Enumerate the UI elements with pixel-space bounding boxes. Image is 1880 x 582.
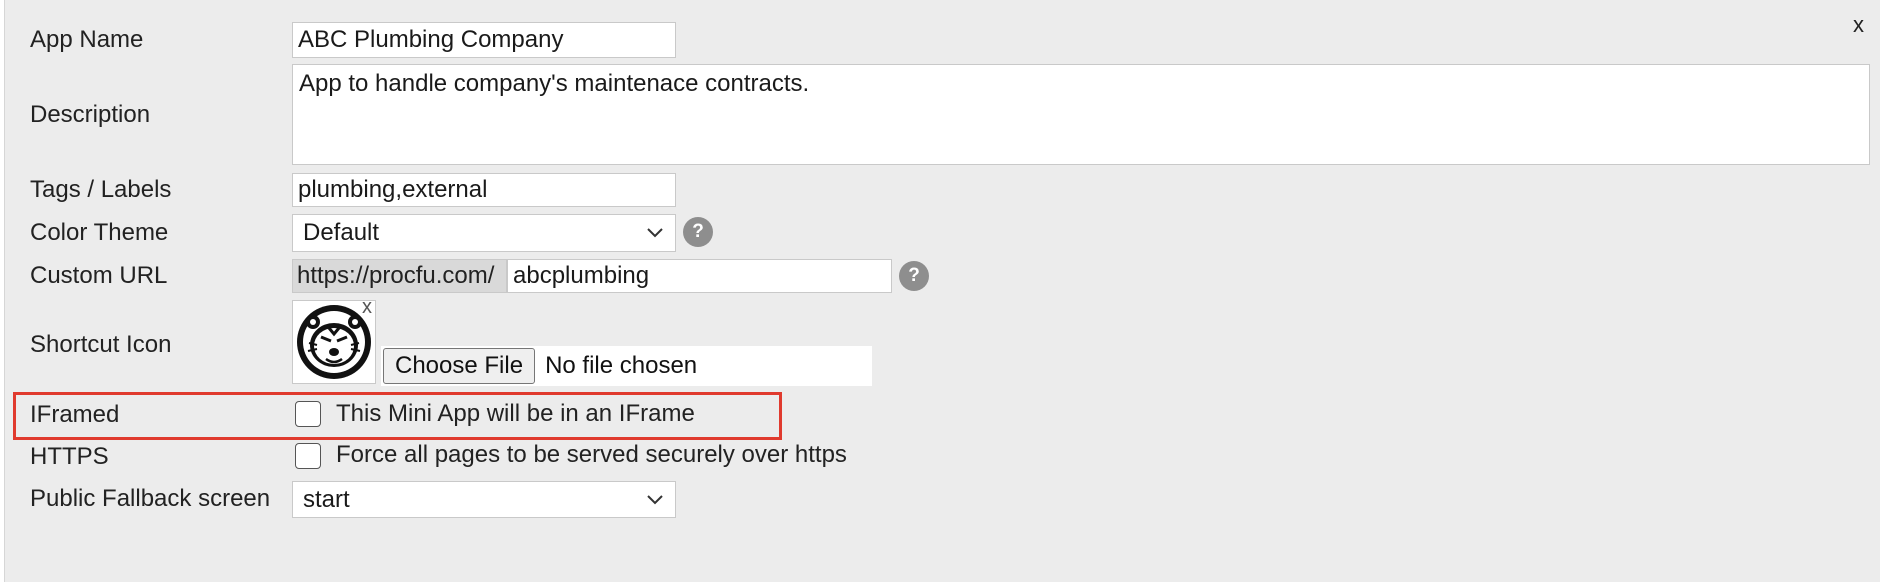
close-button[interactable]: x — [1853, 12, 1864, 38]
color-theme-value: Default — [303, 219, 380, 246]
description-label: Description — [30, 101, 151, 128]
file-status-text: No file chosen — [545, 352, 698, 379]
custom-url-prefix: https://procfu.com/ — [292, 259, 507, 293]
custom-url-label: Custom URL — [30, 262, 168, 289]
iframed-checkbox-text: This Mini App will be in an IFrame — [336, 400, 695, 427]
https-checkbox-text: Force all pages to be served securely ov… — [336, 441, 847, 468]
remove-icon-button[interactable]: x — [362, 296, 372, 319]
app-name-input[interactable] — [292, 22, 676, 58]
shortcut-icon-label: Shortcut Icon — [30, 331, 172, 358]
iframed-label: IFramed — [30, 401, 120, 428]
fallback-label: Public Fallback screen — [30, 485, 271, 512]
chevron-down-icon — [647, 494, 663, 504]
https-label: HTTPS — [30, 443, 109, 470]
choose-file-button[interactable]: Choose File — [383, 348, 536, 384]
color-theme-select[interactable]: Default — [292, 214, 676, 252]
tags-label: Tags / Labels — [30, 176, 172, 203]
app-name-label: App Name — [30, 26, 144, 53]
description-textarea[interactable]: App to handle company's maintenace contr… — [292, 64, 1870, 165]
tags-input[interactable] — [292, 173, 676, 207]
fallback-select[interactable]: start — [292, 481, 676, 518]
custom-url-help-icon[interactable]: ? — [899, 261, 929, 291]
fallback-value: start — [303, 485, 350, 513]
app-settings-panel: x App Name Description App to handle com… — [4, 0, 1880, 582]
https-checkbox[interactable] — [295, 443, 321, 469]
iframed-checkbox[interactable] — [295, 401, 321, 427]
file-input[interactable]: Choose File No file chosen — [381, 346, 872, 386]
custom-url-input[interactable] — [507, 259, 892, 293]
chevron-down-icon — [647, 228, 663, 238]
color-theme-label: Color Theme — [30, 219, 169, 246]
color-theme-help-icon[interactable]: ? — [683, 217, 713, 247]
